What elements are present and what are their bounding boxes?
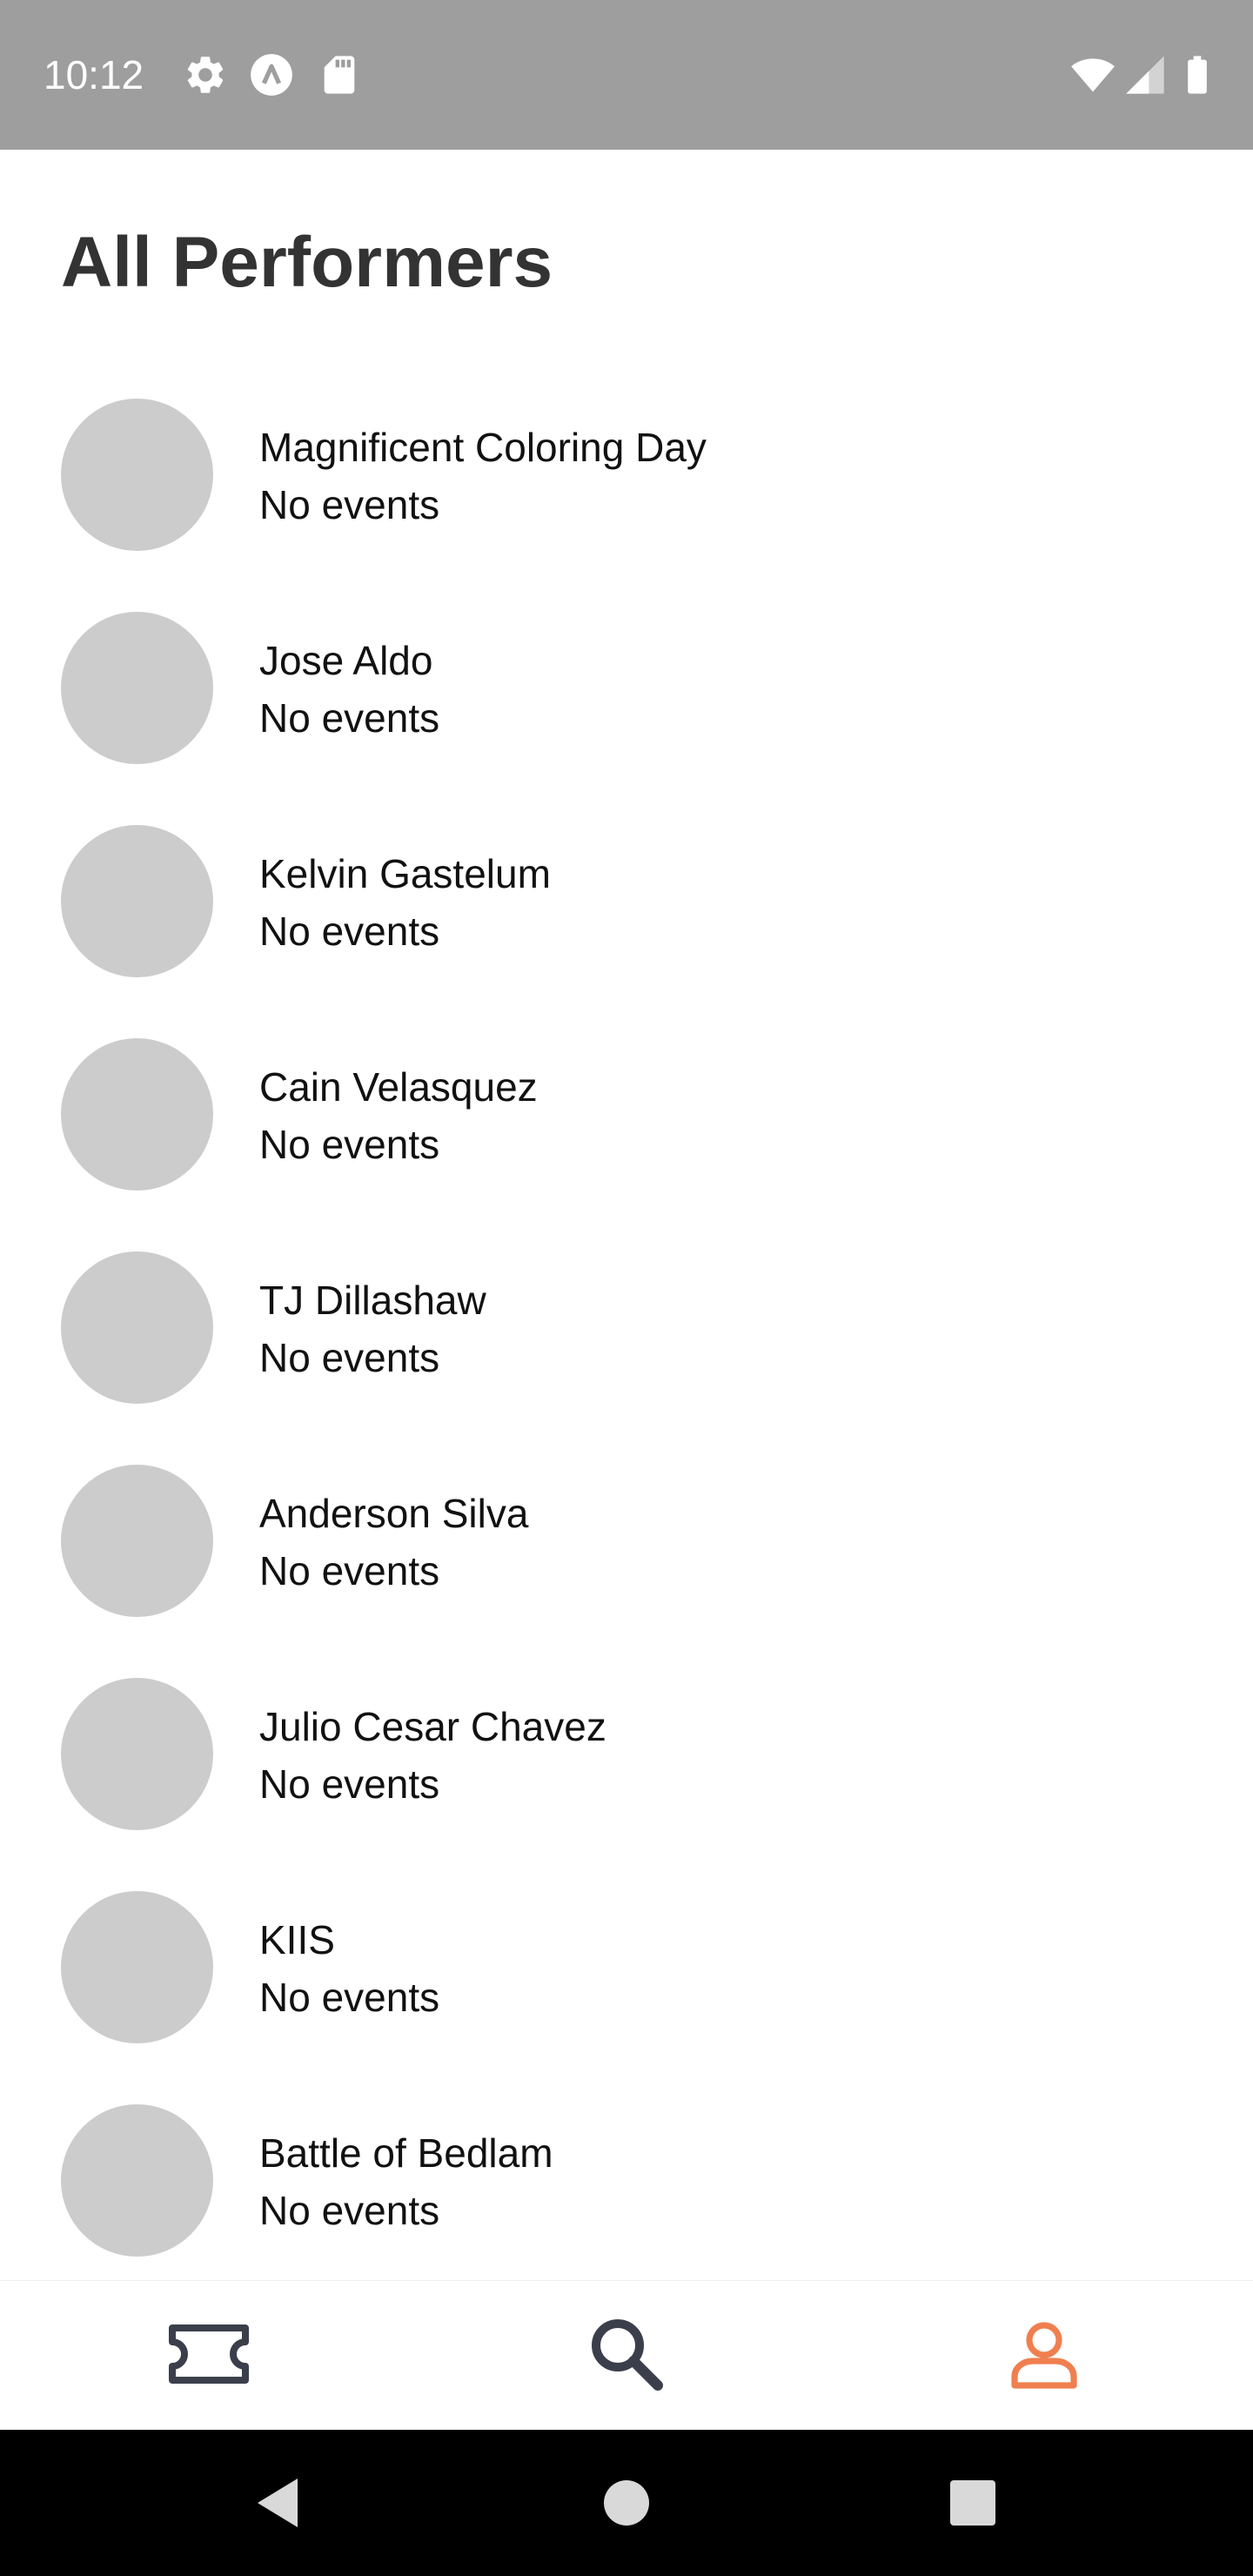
performer-row[interactable]: TJ Dillashaw No events [0,1251,1253,1465]
tab-profile[interactable] [835,2281,1253,2431]
tab-tickets[interactable] [0,2281,418,2431]
performer-events: No events [259,1122,440,1167]
performer-name: Cain Velasquez [259,1064,538,1110]
performer-avatar [61,1038,213,1191]
performer-name: Magnificent Coloring Day [259,425,707,470]
gear-icon [183,52,228,97]
performer-row[interactable]: Jose Aldo No events [0,612,1253,825]
sd-card-icon [317,52,362,97]
back-icon[interactable] [244,2468,313,2538]
status-bar: 10:12 [0,0,1253,150]
performer-name: Julio Cesar Chavez [259,1704,606,1749]
performer-list: Magnificent Coloring Day No events Jose … [0,399,1253,2280]
tab-search[interactable] [418,2281,835,2431]
performer-avatar [61,825,213,977]
performer-row[interactable]: Magnificent Coloring Day No events [0,399,1253,612]
search-icon [588,2316,665,2397]
performer-name: Battle of Bedlam [259,2130,553,2176]
ticket-icon [165,2319,252,2393]
performer-events: No events [259,1975,440,2020]
performers-screen: All Performers Magnificent Coloring Day … [0,150,1253,2280]
performer-events: No events [259,1335,440,1380]
recents-icon[interactable] [938,2468,1008,2538]
performer-row[interactable]: Cain Velasquez No events [0,1038,1253,1251]
performer-name: Anderson Silva [259,1491,529,1536]
performer-name: TJ Dillashaw [259,1278,486,1323]
battery-icon [1175,52,1220,97]
performer-avatar [61,399,213,551]
performer-row[interactable]: Julio Cesar Chavez No events [0,1678,1253,1891]
page-title: All Performers [61,223,553,302]
performer-avatar [61,1251,213,1404]
performer-name: KIIS [259,1917,335,1962]
performer-events: No events [259,2188,440,2233]
status-time: 10:12 [44,52,144,97]
performer-events: No events [259,1761,440,1807]
home-icon[interactable] [592,2468,661,2538]
profile-icon [1008,2318,1081,2395]
performer-events: No events [259,1548,440,1593]
performer-row[interactable]: Anderson Silva No events [0,1465,1253,1678]
performer-avatar [61,1891,213,2043]
performer-avatar [61,2104,213,2257]
performer-row[interactable]: Kelvin Gastelum No events [0,825,1253,1038]
wifi-icon [1069,52,1115,97]
performer-name: Kelvin Gastelum [259,851,551,896]
bottom-nav [0,2280,1253,2431]
performer-avatar [61,612,213,764]
performer-avatar [61,1678,213,1830]
performer-row[interactable]: KIIS No events [0,1891,1253,2104]
system-nav-bar [0,2430,1253,2576]
performer-name: Jose Aldo [259,638,433,683]
performer-row[interactable]: Battle of Bedlam No events [0,2104,1253,2280]
performer-events: No events [259,482,440,527]
performer-events: No events [259,909,440,954]
signal-icon [1122,52,1168,97]
app-notification-icon [249,52,294,97]
performer-events: No events [259,695,440,741]
performer-avatar [61,1465,213,1617]
